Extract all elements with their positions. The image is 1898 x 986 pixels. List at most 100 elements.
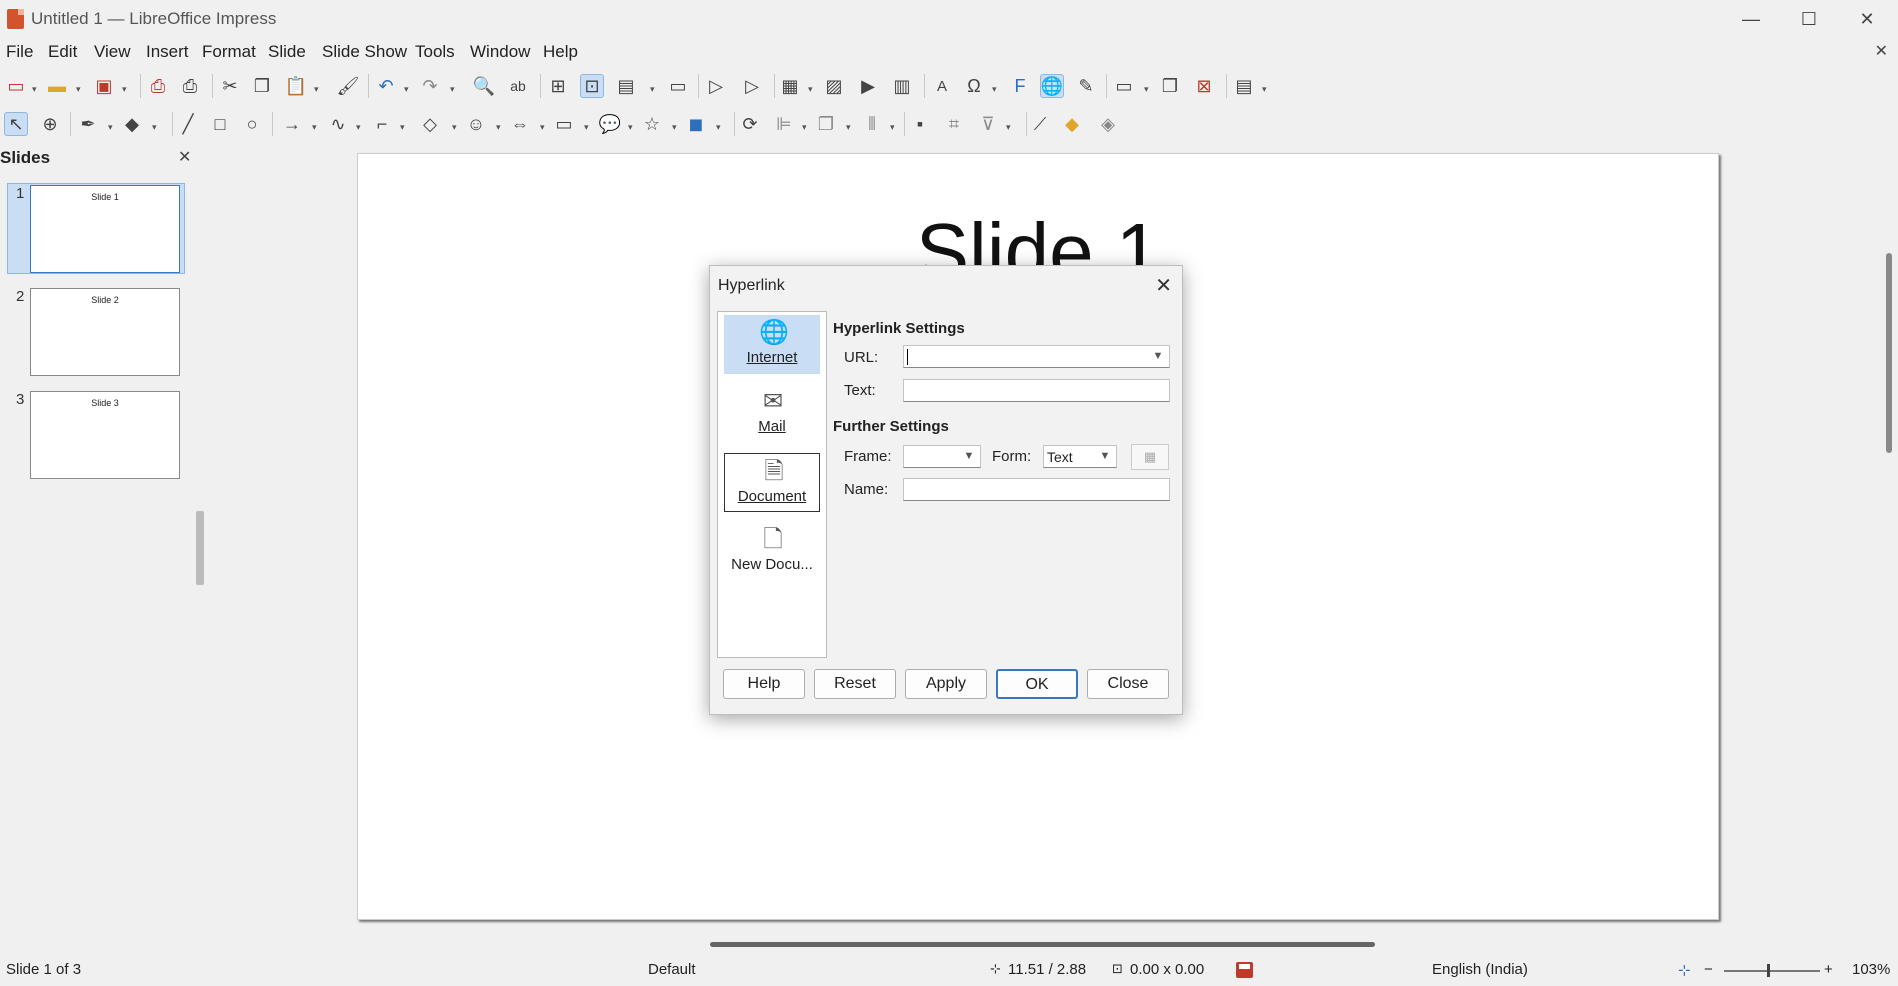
display-views-dropdown-icon[interactable]: ▾ [650,84,655,95]
document-close-icon[interactable]: ✕ [1875,41,1888,61]
media-icon[interactable]: ▶ [856,74,880,98]
toggle-extrusion-icon[interactable]: ◈ [1096,112,1120,136]
curves-dropdown-icon[interactable]: ▾ [356,122,361,133]
reset-button[interactable]: Reset [814,669,896,699]
align-dropdown-icon[interactable]: ▾ [802,122,807,133]
line-icon[interactable]: ╱ [176,112,200,136]
symbol-shapes-icon[interactable]: ☺ [464,112,488,136]
slide-title[interactable]: Slide 1 [358,206,1718,272]
save-dropdown-icon[interactable]: ▾ [122,84,127,95]
vertical-scrollbar[interactable] [1886,253,1892,453]
zoom-pan-icon[interactable]: ⊕ [38,112,62,136]
slide-thumbnail-2[interactable]: Slide 2 [30,288,180,376]
new-slide-icon[interactable]: ▭ [1112,74,1136,98]
menu-file[interactable]: File [6,42,33,62]
copy-icon[interactable]: ❐ [250,74,274,98]
block-arrows-dropdown-icon[interactable]: ▾ [540,122,545,133]
callouts-icon[interactable]: 💬 [598,112,622,136]
apply-button[interactable]: Apply [905,669,987,699]
cut-icon[interactable]: ✂ [218,74,242,98]
fontwork-icon[interactable]: F [1008,74,1032,98]
fill-color-icon[interactable]: ◆ [120,112,144,136]
open-dropdown-icon[interactable]: ▾ [76,84,81,95]
3d-objects-dropdown-icon[interactable]: ▾ [716,122,721,133]
zoom-slider[interactable] [1724,970,1820,972]
master-slide-icon[interactable]: ▭ [666,74,690,98]
master-layout-status[interactable]: Default [648,961,696,978]
image-icon[interactable]: ▨ [822,74,846,98]
zoom-slider-thumb[interactable] [1767,964,1770,977]
frame-combobox[interactable]: ▼ [903,445,981,468]
chevron-down-icon[interactable]: ▼ [1096,448,1114,465]
category-internet[interactable]: 🌐 Internet [724,315,820,374]
open-icon[interactable]: ▬ [45,74,69,98]
arrange-icon[interactable]: ❐ [814,112,838,136]
chart-icon[interactable]: ▥ [890,74,914,98]
dialog-close-icon[interactable]: ✕ [1155,273,1172,298]
table-icon[interactable]: ▦ [778,74,802,98]
3d-objects-icon[interactable]: ◼ [684,112,708,136]
maximize-button[interactable]: ☐ [1788,6,1830,32]
table-dropdown-icon[interactable]: ▾ [808,84,813,95]
help-button[interactable]: Help [723,669,805,699]
lines-arrows-dropdown-icon[interactable]: ▾ [312,122,317,133]
slide-layout-icon[interactable]: ▤ [1232,74,1256,98]
flowchart-dropdown-icon[interactable]: ▾ [584,122,589,133]
zoom-level[interactable]: 103% [1852,961,1890,978]
display-views-icon[interactable]: ▤ [614,74,638,98]
new-slide-dropdown-icon[interactable]: ▾ [1144,84,1149,95]
chevron-down-icon[interactable]: ▼ [1149,348,1167,365]
text-field[interactable] [903,379,1170,402]
callouts-dropdown-icon[interactable]: ▾ [628,122,633,133]
curves-icon[interactable]: ∿ [326,112,350,136]
snap-to-grid-icon[interactable]: ⊡ [580,74,604,98]
language-status[interactable]: English (India) [1432,961,1528,978]
close-button[interactable]: Close [1087,669,1169,699]
points-icon[interactable]: ⟋ [1028,112,1052,136]
show-draw-functions-icon[interactable]: ✎ [1074,74,1098,98]
new-dropdown-icon[interactable]: ▾ [32,84,37,95]
start-from-first-icon[interactable]: ▷ [704,74,728,98]
display-grid-icon[interactable]: ⊞ [546,74,570,98]
menu-edit[interactable]: Edit [48,42,77,62]
name-field[interactable] [903,478,1170,501]
menu-format[interactable]: Format [202,42,256,62]
category-mail[interactable]: ✉ Mail [724,384,820,443]
menu-window[interactable]: Window [470,42,530,62]
connectors-icon[interactable]: ⌐ [370,112,394,136]
undo-icon[interactable]: ↶ [374,74,398,98]
arrange-dropdown-icon[interactable]: ▾ [846,122,851,133]
text-box-icon[interactable]: A [930,74,954,98]
form-select[interactable]: Text ▼ [1043,445,1117,468]
panel-collapse-handle[interactable] [196,511,204,585]
category-document[interactable]: 🗎 Document [724,453,820,512]
url-combobox[interactable]: ▼ [903,345,1170,368]
start-from-current-icon[interactable]: ▷ [740,74,764,98]
menu-slide[interactable]: Slide [268,42,306,62]
stars-icon[interactable]: ☆ [640,112,664,136]
menu-help[interactable]: Help [543,42,578,62]
delete-slide-icon[interactable]: ⊠ [1192,74,1216,98]
block-arrows-icon[interactable]: ⇔ [508,112,532,136]
zoom-in-icon[interactable]: + [1824,961,1833,978]
special-character-dropdown-icon[interactable]: ▾ [992,84,997,95]
duplicate-slide-icon[interactable]: ❐ [1158,74,1182,98]
slides-panel-close-icon[interactable]: ✕ [178,147,191,167]
align-objects-icon[interactable]: ⊫ [772,112,796,136]
rotate-icon[interactable]: ⟳ [738,112,762,136]
chevron-down-icon[interactable]: ▼ [960,448,978,465]
slide-thumbnail-3[interactable]: Slide 3 [30,391,180,479]
paste-dropdown-icon[interactable]: ▾ [314,84,319,95]
hyperlink-icon[interactable]: 🌐 [1040,74,1064,98]
paste-icon[interactable]: 📋 [284,74,308,98]
symbol-shapes-dropdown-icon[interactable]: ▾ [496,122,501,133]
ellipse-icon[interactable]: ○ [240,112,264,136]
line-color-icon[interactable]: ✒ [76,112,100,136]
shadow-icon[interactable]: ▪ [908,112,932,136]
select-icon[interactable]: ↖ [4,112,28,136]
fit-slide-icon[interactable]: ⊹ [1678,961,1691,979]
undo-dropdown-icon[interactable]: ▾ [404,84,409,95]
print-icon[interactable]: ⎙ [178,74,202,98]
menu-view[interactable]: View [94,42,131,62]
special-character-icon[interactable]: Ω [962,74,986,98]
